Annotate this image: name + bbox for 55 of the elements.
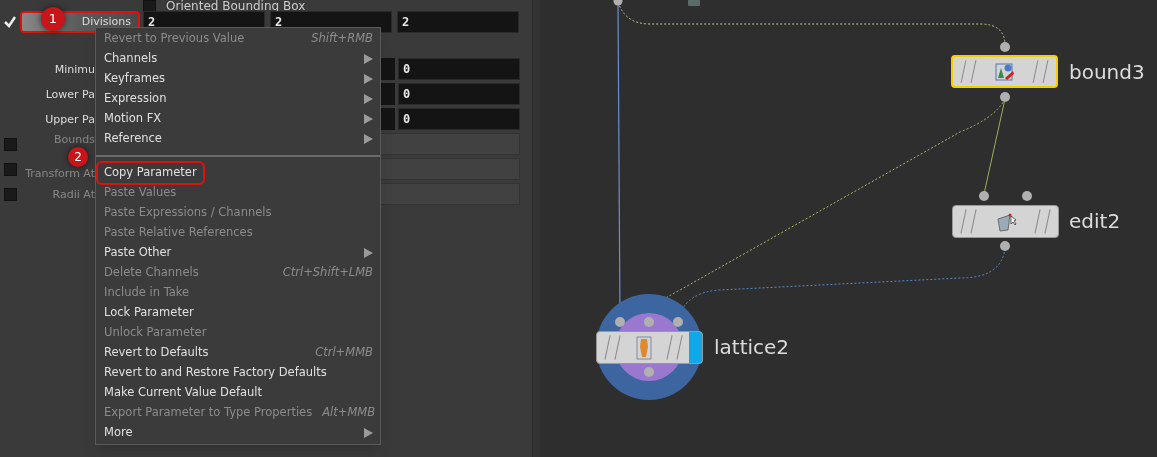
- shortcut-label: Alt+MMB: [322, 404, 376, 422]
- menu-item[interactable]: Paste Other: [98, 243, 377, 263]
- node-name: lattice2: [714, 334, 790, 361]
- menu-item[interactable]: Reference: [98, 129, 377, 149]
- connector-dot: [644, 367, 654, 377]
- connector-dot: [1000, 241, 1010, 251]
- text-field[interactable]: [380, 158, 520, 180]
- submenu-arrow-icon: [364, 248, 373, 258]
- parameter-label: Transform At: [25, 167, 95, 180]
- node-tile[interactable]: [951, 55, 1058, 88]
- number-field[interactable]: 0: [398, 58, 520, 80]
- parameter-label: Radii At: [52, 187, 95, 201]
- connector-dot: [979, 191, 989, 201]
- node-tile[interactable]: [952, 205, 1059, 238]
- menu-item[interactable]: Expression: [98, 89, 377, 109]
- shortcut-label: Shift+RMB: [311, 30, 373, 48]
- parameter-label: Oriented Bounding Box: [166, 0, 306, 13]
- menu-item[interactable]: Make Current Value Default: [98, 383, 377, 403]
- text-field[interactable]: [380, 133, 520, 155]
- menu-item[interactable]: Motion FX: [98, 109, 377, 129]
- checkbox[interactable]: [3, 187, 17, 201]
- node-stub: [688, 0, 700, 6]
- parameter-label: Upper Pa: [45, 112, 95, 126]
- number-field[interactable]: 0: [398, 83, 520, 105]
- number-field[interactable]: 0: [398, 108, 520, 130]
- connector-dot: [1022, 191, 1032, 201]
- node-name: edit2: [1069, 208, 1121, 235]
- connector-dot: [615, 317, 625, 327]
- number-field[interactable]: 2: [397, 11, 519, 33]
- checkbox[interactable]: [3, 162, 17, 176]
- submenu-arrow-icon: [364, 428, 373, 438]
- menu-item[interactable]: Lock Parameter: [98, 303, 377, 323]
- menu-item[interactable]: Copy Parameter: [98, 163, 203, 183]
- parameter-label: Bounds: [54, 133, 95, 146]
- shortcut-label: Ctrl+MMB: [315, 344, 373, 362]
- connector-dot: [1000, 42, 1010, 52]
- menu-item[interactable]: More: [98, 423, 377, 443]
- menu-item[interactable]: Revert to Defaults Ctrl+MMB: [98, 343, 377, 363]
- connector-dot: [644, 317, 654, 327]
- display-flag[interactable]: [689, 332, 702, 363]
- checkbox[interactable]: [143, 0, 156, 13]
- menu-item[interactable]: Keyframes: [98, 69, 377, 89]
- shortcut-label: Ctrl+Shift+LMB: [282, 264, 373, 282]
- connector-dot: [673, 317, 683, 327]
- node-tile[interactable]: [596, 331, 703, 364]
- connector-dot: [1000, 92, 1010, 102]
- parameter-label: Minimu: [54, 62, 95, 76]
- lattice-figure-icon: [633, 334, 654, 361]
- menu-item[interactable]: Revert to and Restore Factory Defaults: [98, 363, 377, 383]
- node-name: bound3: [1069, 59, 1145, 86]
- menu-item[interactable]: Channels: [98, 49, 377, 69]
- checkmark-icon[interactable]: [4, 16, 16, 28]
- parameter-label: Lower Pa: [45, 87, 95, 101]
- checkbox[interactable]: [3, 137, 17, 151]
- text-field[interactable]: [380, 183, 520, 205]
